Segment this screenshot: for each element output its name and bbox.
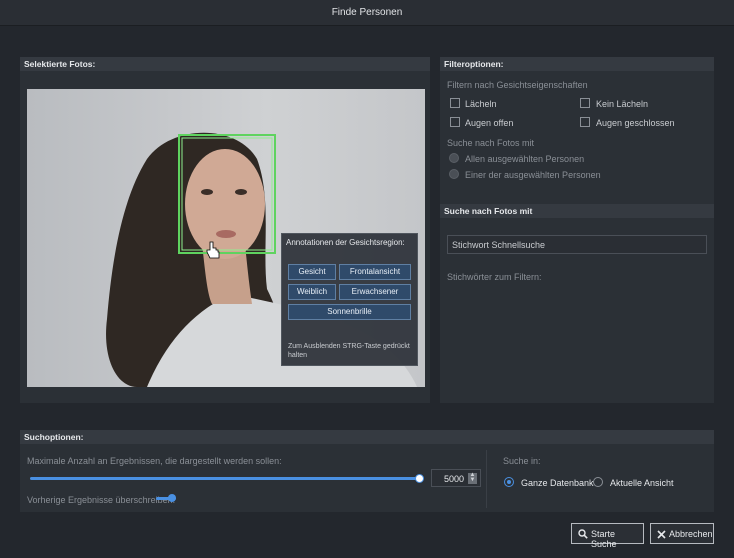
keywords-filter-label: Stichwörter zum Filtern: bbox=[447, 272, 542, 282]
window-title: Finde Personen bbox=[331, 7, 403, 18]
label-kein-laecheln: Kein Lächeln bbox=[596, 99, 649, 109]
radio-all-persons[interactable] bbox=[449, 153, 459, 163]
stepper-icon[interactable]: ▲ ▼ bbox=[468, 472, 477, 484]
search-in-label: Suche in: bbox=[503, 456, 541, 466]
filter-panel: Filteroptionen: Filtern nach Gesichtseig… bbox=[440, 57, 714, 403]
options-divider bbox=[486, 450, 487, 508]
tag-gesicht[interactable]: Gesicht bbox=[288, 264, 336, 280]
search-options-panel: Suchoptionen: Maximale Anzahl an Ergebni… bbox=[20, 430, 714, 512]
overwrite-label: Vorherige Ergebnisse überschreiben: bbox=[27, 495, 176, 505]
tag-sonnenbrille[interactable]: Sonnenbrille bbox=[288, 304, 411, 320]
max-results-value: 5000 bbox=[444, 474, 465, 484]
selected-photos-header: Selektierte Fotos: bbox=[20, 57, 430, 71]
tag-frontalansicht[interactable]: Frontalansicht bbox=[339, 264, 411, 280]
max-results-label: Maximale Anzahl an Ergebnissen, die darg… bbox=[27, 456, 282, 466]
annotation-popup-hint: Zum Ausblenden STRG-Taste gedrückt halte… bbox=[288, 343, 410, 359]
start-search-button[interactable]: Starte Suche bbox=[571, 523, 644, 549]
label-augen-offen: Augen offen bbox=[465, 118, 514, 128]
search-header: Suche nach Fotos mit bbox=[440, 204, 714, 218]
filter-header: Filteroptionen: bbox=[440, 57, 714, 71]
radio-whole-database[interactable] bbox=[504, 477, 514, 487]
label-all-persons: Allen ausgewählten Personen bbox=[465, 154, 585, 164]
photo-preview[interactable]: Annotationen der Gesichtsregion: Gesicht… bbox=[27, 89, 425, 387]
checkbox-kein-laecheln[interactable] bbox=[580, 98, 590, 108]
label-whole-database: Ganze Datenbank bbox=[521, 478, 594, 488]
start-search-label: Starte Suche bbox=[591, 529, 617, 549]
cancel-button[interactable]: Abbrechen bbox=[650, 523, 714, 544]
tag-weiblich[interactable]: Weiblich bbox=[288, 284, 336, 300]
title-bar: Finde Personen bbox=[0, 0, 734, 26]
search-options-header: Suchoptionen: bbox=[20, 430, 714, 444]
max-results-input[interactable]: 5000 ▲ ▼ bbox=[431, 469, 481, 487]
search-photos-with-label: Suche nach Fotos mit bbox=[447, 138, 535, 148]
overwrite-toggle[interactable] bbox=[156, 494, 176, 502]
quick-search-text: Stichwort Schnellsuche bbox=[452, 240, 546, 250]
selected-photos-panel: Selektierte Fotos: Annotationen der Gesi… bbox=[20, 57, 430, 403]
checkbox-augen-geschlossen[interactable] bbox=[580, 117, 590, 127]
radio-current-view[interactable] bbox=[593, 477, 603, 487]
label-augen-geschlossen: Augen geschlossen bbox=[596, 118, 675, 128]
annotation-popup: Annotationen der Gesichtsregion: Gesicht… bbox=[281, 233, 418, 366]
face-properties-label: Filtern nach Gesichtseigenschaften bbox=[447, 80, 588, 90]
close-icon bbox=[657, 530, 666, 539]
max-results-slider-handle[interactable] bbox=[415, 474, 424, 483]
checkbox-augen-offen[interactable] bbox=[450, 117, 460, 127]
tag-erwachsener[interactable]: Erwachsener bbox=[339, 284, 411, 300]
checkbox-laecheln[interactable] bbox=[450, 98, 460, 108]
cancel-label: Abbrechen bbox=[669, 529, 713, 539]
search-icon bbox=[578, 529, 588, 539]
label-laecheln: Lächeln bbox=[465, 99, 497, 109]
radio-any-person[interactable] bbox=[449, 169, 459, 179]
label-current-view: Aktuelle Ansicht bbox=[610, 478, 674, 488]
max-results-slider-track[interactable] bbox=[30, 477, 420, 480]
quick-search-input[interactable]: Stichwort Schnellsuche bbox=[447, 235, 707, 254]
label-any-person: Einer der ausgewählten Personen bbox=[465, 170, 601, 180]
annotation-popup-title: Annotationen der Gesichtsregion: bbox=[286, 238, 405, 247]
